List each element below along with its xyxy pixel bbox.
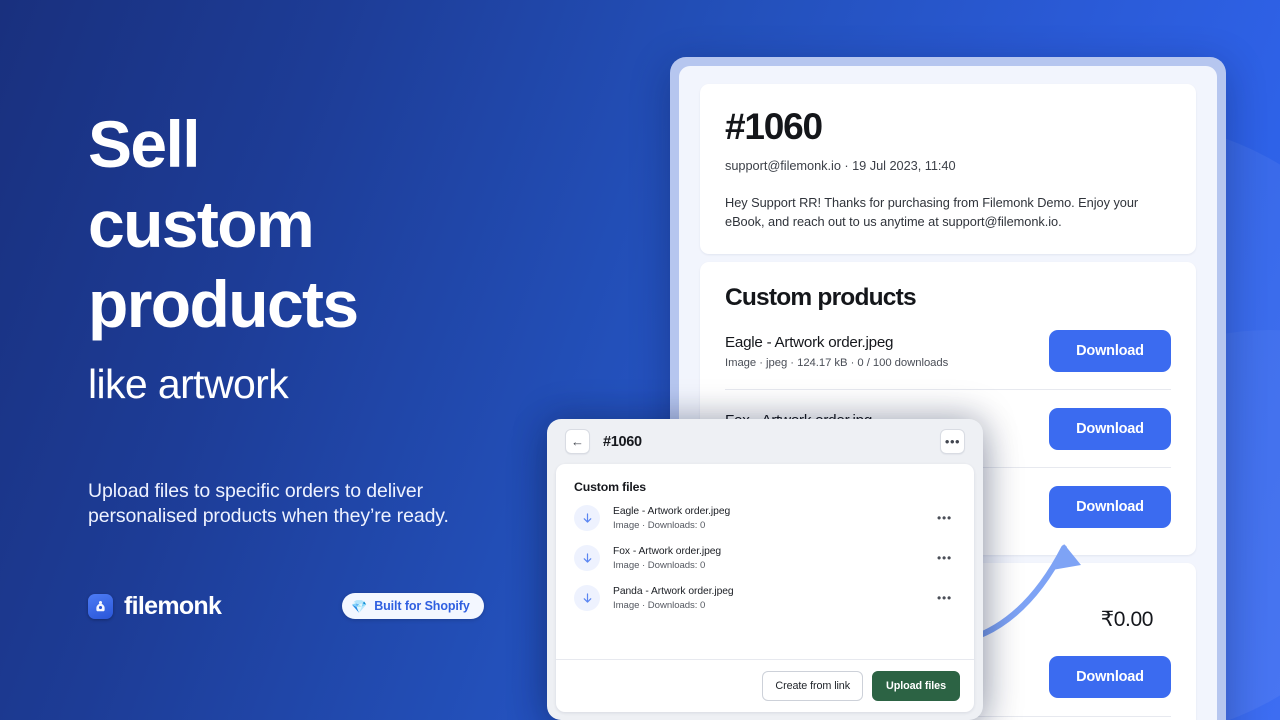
list-item[interactable]: Eagle - Artwork order.jpeg Image · Downl… bbox=[570, 498, 960, 538]
headline-line-2: custom bbox=[88, 187, 315, 261]
file-meta: Image · jpeg · 124.17 kB · 0 / 100 downl… bbox=[725, 356, 949, 369]
modal-topbar: ← #1060 ••• bbox=[556, 429, 974, 464]
file-meta: Image · Downloads: 0 bbox=[613, 519, 706, 531]
create-from-link-button[interactable]: Create from link bbox=[762, 671, 863, 701]
download-button[interactable]: Download bbox=[1049, 486, 1171, 528]
brand-logo-row: filemonk bbox=[88, 592, 222, 621]
hero-subheadline: like artwork bbox=[88, 361, 289, 407]
list-item[interactable]: Fox - Artwork order.jpeg Image · Downloa… bbox=[570, 538, 960, 578]
ebook-price: ₹0.00 bbox=[1100, 608, 1154, 631]
row-more-options-icon[interactable]: ••• bbox=[933, 551, 956, 565]
file-name: Fox - Artwork order.jpeg bbox=[613, 545, 722, 557]
list-item-text: Panda - Artwork order.jpeg Image · Downl… bbox=[613, 586, 933, 611]
custom-files-list: Eagle - Artwork order.jpeg Image · Downl… bbox=[556, 498, 974, 659]
download-button[interactable]: Download bbox=[1049, 408, 1171, 450]
headline-line-3: products bbox=[88, 267, 359, 341]
download-arrow-icon[interactable] bbox=[574, 505, 600, 531]
list-item[interactable]: Panda - Artwork order.jpeg Image · Downl… bbox=[570, 578, 960, 618]
order-id-title: #1060 bbox=[725, 106, 823, 147]
filemonk-logo-icon bbox=[88, 594, 113, 619]
custom-products-title: Custom products bbox=[725, 284, 917, 311]
hero-text-block: Sell custom products like artwork bbox=[88, 104, 588, 410]
row-more-options-icon[interactable]: ••• bbox=[933, 511, 956, 525]
brand-name: filemonk bbox=[124, 592, 222, 620]
table-row: Eagle - Artwork order.jpeg Image · jpeg … bbox=[725, 312, 1171, 390]
download-arrow-icon[interactable] bbox=[574, 545, 600, 571]
back-arrow-glyph: ← bbox=[571, 434, 584, 449]
admin-order-modal: ← #1060 ••• Custom files Eagle - Artwork… bbox=[547, 419, 983, 720]
built-for-shopify-label: Built for Shopify bbox=[374, 599, 470, 613]
back-arrow-icon[interactable]: ← bbox=[565, 429, 590, 454]
file-name: Eagle - Artwork order.jpeg bbox=[613, 505, 731, 517]
list-item-text: Eagle - Artwork order.jpeg Image · Downl… bbox=[613, 506, 933, 531]
upload-files-button[interactable]: Upload files bbox=[872, 671, 960, 701]
modal-footer: Create from link Upload files bbox=[556, 659, 974, 712]
order-header-panel: #1060 support@filemonk.io · 19 Jul 2023,… bbox=[700, 84, 1196, 254]
list-item-text: Fox - Artwork order.jpeg Image · Downloa… bbox=[613, 546, 933, 571]
file-info: Eagle - Artwork order.jpeg Image · jpeg … bbox=[725, 334, 948, 369]
order-meta: support@filemonk.io · 19 Jul 2023, 11:40 bbox=[725, 158, 956, 173]
custom-files-title: Custom files bbox=[574, 480, 646, 494]
file-name: Panda - Artwork order.jpeg bbox=[613, 585, 734, 597]
order-message: Hey Support RR! Thanks for purchasing fr… bbox=[725, 195, 1139, 229]
more-options-glyph: ••• bbox=[944, 434, 961, 449]
download-arrow-icon[interactable] bbox=[574, 585, 600, 611]
download-button[interactable]: Download bbox=[1049, 330, 1171, 372]
file-meta: Image · Downloads: 0 bbox=[613, 599, 706, 611]
custom-files-card: Custom files Eagle - Artwork order.jpeg … bbox=[556, 464, 974, 712]
more-options-icon[interactable]: ••• bbox=[940, 429, 965, 454]
gem-icon: 💎 bbox=[351, 598, 368, 614]
row-more-options-icon[interactable]: ••• bbox=[933, 591, 956, 605]
modal-title: #1060 bbox=[603, 433, 642, 450]
headline-line-1: Sell bbox=[88, 107, 201, 181]
built-for-shopify-badge[interactable]: 💎 Built for Shopify bbox=[342, 593, 484, 619]
download-button[interactable]: Download bbox=[1049, 656, 1171, 698]
file-name: Eagle - Artwork order.jpeg bbox=[725, 333, 894, 351]
hero-description: Upload files to specific orders to deliv… bbox=[88, 480, 449, 527]
file-meta: Image · Downloads: 0 bbox=[613, 559, 706, 571]
